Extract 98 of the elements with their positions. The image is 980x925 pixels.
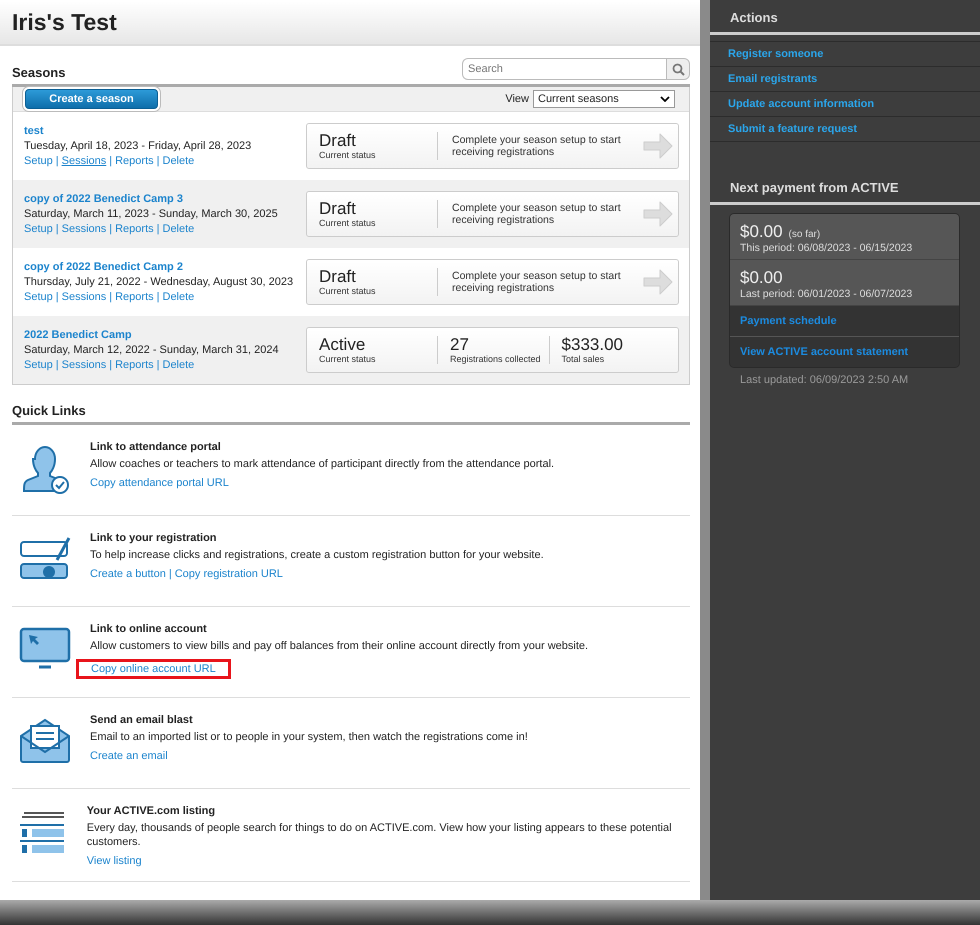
quick-link-description: Email to an imported list or to people in your system, then watch the registrations come in!	[90, 730, 528, 744]
quick-link-description: To help increase clicks and registrations, create a custom registration button for your website.	[90, 548, 544, 562]
quick-link[interactable]: Create an email	[90, 750, 168, 762]
season-action-link[interactable]: Setup	[24, 222, 53, 234]
sidebar-title: Actions	[710, 0, 980, 35]
section-title: Quick Links	[12, 403, 87, 418]
stat-label: Total sales	[562, 354, 606, 364]
season-dates: Thursday, July 21, 2022 - Wednesday, August 30, 2023	[24, 274, 294, 290]
amount-note: (so far)	[788, 229, 820, 240]
link-separator: |	[156, 290, 160, 302]
status-message: Complete your season setup to start receiving registrations	[451, 270, 622, 294]
season-action-link[interactable]: Sessions	[62, 154, 106, 166]
payment-amount: $0.00	[740, 268, 783, 287]
last-updated-text: Last updated: 06/09/2023 2:50 AM	[739, 373, 910, 388]
link-separator: |	[156, 222, 160, 234]
person-check-icon	[20, 445, 70, 495]
link-separator: |	[156, 358, 160, 370]
quick-link-title: Send an email blast	[90, 714, 194, 726]
season-action-link[interactable]: Reports	[115, 154, 154, 166]
season-action-link[interactable]: Sessions	[62, 358, 106, 370]
season-action-link[interactable]: Reports	[115, 358, 154, 370]
arrow-right-icon[interactable]	[642, 199, 674, 229]
season-action-link[interactable]: Reports	[115, 222, 154, 234]
quick-link[interactable]: Create a button	[90, 568, 166, 580]
status-label: Current status	[319, 218, 377, 228]
stat-value: $333.00	[562, 336, 623, 354]
link-separator: |	[56, 290, 59, 302]
arrow-right-icon[interactable]	[642, 267, 674, 297]
quick-link[interactable]: Copy attendance portal URL	[90, 477, 229, 489]
status-label: Current status	[319, 150, 377, 160]
season-name-link[interactable]: copy of 2022 Benedict Camp 2	[24, 260, 183, 272]
payment-link[interactable]: Payment schedule	[730, 306, 959, 337]
quick-link-title: Link to your registration	[90, 532, 218, 544]
quick-link-description: Every day, thousands of people search for things to do on ACTIVE.com. View how your listing appears to these potential customers.	[86, 821, 673, 849]
sidebar-title: Next payment from ACTIVE	[710, 170, 980, 205]
season-action-link[interactable]: Delete	[162, 290, 194, 302]
season-action-link[interactable]: Sessions	[62, 290, 106, 302]
search-button[interactable]	[666, 58, 690, 80]
season-action-link[interactable]: Setup	[24, 290, 53, 302]
quick-link-title: Link to online account	[90, 623, 208, 635]
link-separator: |	[109, 154, 112, 166]
link-separator: |	[56, 358, 59, 370]
link-separator: |	[109, 290, 112, 302]
season-action-link[interactable]: Reports	[115, 290, 154, 302]
season-name-link[interactable]: copy of 2022 Benedict Camp 3	[24, 192, 183, 204]
quick-link-title: Your ACTIVE.com listing	[86, 805, 216, 817]
link-separator: |	[56, 222, 59, 234]
link-separator: |	[156, 154, 160, 166]
quick-link[interactable]: Copy online account URL	[91, 663, 216, 675]
season-action-link[interactable]: Delete	[162, 222, 194, 234]
action-link[interactable]: Email registrants	[710, 67, 980, 92]
create-season-button[interactable]: Create a season	[25, 89, 158, 109]
status-label: Current status	[319, 354, 377, 364]
link-separator: |	[168, 568, 172, 580]
payment-link[interactable]: View ACTIVE account statement	[730, 337, 959, 367]
season-name-link[interactable]: test	[24, 124, 44, 136]
page-title: Iris's Test	[12, 8, 117, 36]
status-value: Draft	[319, 200, 357, 218]
payment-period: Last period: 06/01/2023 - 06/07/2023	[740, 288, 914, 300]
season-action-link[interactable]: Setup	[24, 154, 53, 166]
search-field[interactable]: Search	[462, 58, 666, 80]
payment-period: This period: 06/08/2023 - 06/15/2023	[740, 242, 914, 254]
season-dates: Saturday, March 12, 2022 - Sunday, March 31, 2024	[24, 342, 280, 358]
section-title: Seasons	[12, 65, 66, 80]
status-value: Active	[319, 336, 366, 354]
quick-link[interactable]: View listing	[86, 855, 142, 867]
stat-value: 27	[450, 336, 470, 354]
view-dropdown[interactable]: Current seasons	[533, 90, 675, 108]
status-value: Draft	[319, 268, 357, 286]
action-link[interactable]: Submit a feature request	[710, 117, 980, 142]
status-message: Complete your season setup to start receiving registrations	[451, 134, 622, 158]
search-icon	[672, 62, 684, 76]
season-action-link[interactable]: Setup	[24, 358, 53, 370]
arrow-right-icon[interactable]	[642, 131, 674, 161]
season-dates: Tuesday, April 18, 2023 - Friday, April 28, 2023	[24, 138, 252, 154]
season-dates: Saturday, March 11, 2023 - Sunday, March 30, 2025	[24, 206, 279, 222]
envelope-letter-icon	[19, 718, 71, 764]
quick-link-description: Allow customers to view bills and pay off balances from their online account directly from your website.	[90, 639, 588, 653]
quick-link[interactable]: Copy registration URL	[174, 568, 283, 580]
status-message: Complete your season setup to start receiving registrations	[451, 202, 622, 226]
link-separator: |	[56, 154, 59, 166]
payment-amount: $0.00	[740, 222, 783, 241]
action-link[interactable]: Update account information	[710, 92, 980, 117]
season-action-link[interactable]: Delete	[162, 154, 194, 166]
season-name-link[interactable]: 2022 Benedict Camp	[24, 328, 132, 340]
status-label: Current status	[319, 286, 377, 296]
quick-link-title: Link to attendance portal	[90, 441, 222, 453]
status-value: Draft	[319, 132, 357, 150]
view-label: View	[505, 93, 529, 105]
action-link[interactable]: Register someone	[710, 42, 980, 67]
chevron-down-icon	[660, 96, 670, 102]
stat-label: Registrations collected	[450, 354, 541, 364]
season-action-link[interactable]: Delete	[162, 358, 194, 370]
season-action-link[interactable]: Sessions	[62, 222, 106, 234]
link-separator: |	[109, 222, 112, 234]
link-separator: |	[109, 358, 112, 370]
quick-link-description: Allow coaches or teachers to mark attendance of participant directly from the attendance portal.	[90, 457, 554, 471]
monitor-cursor-icon	[19, 627, 71, 671]
